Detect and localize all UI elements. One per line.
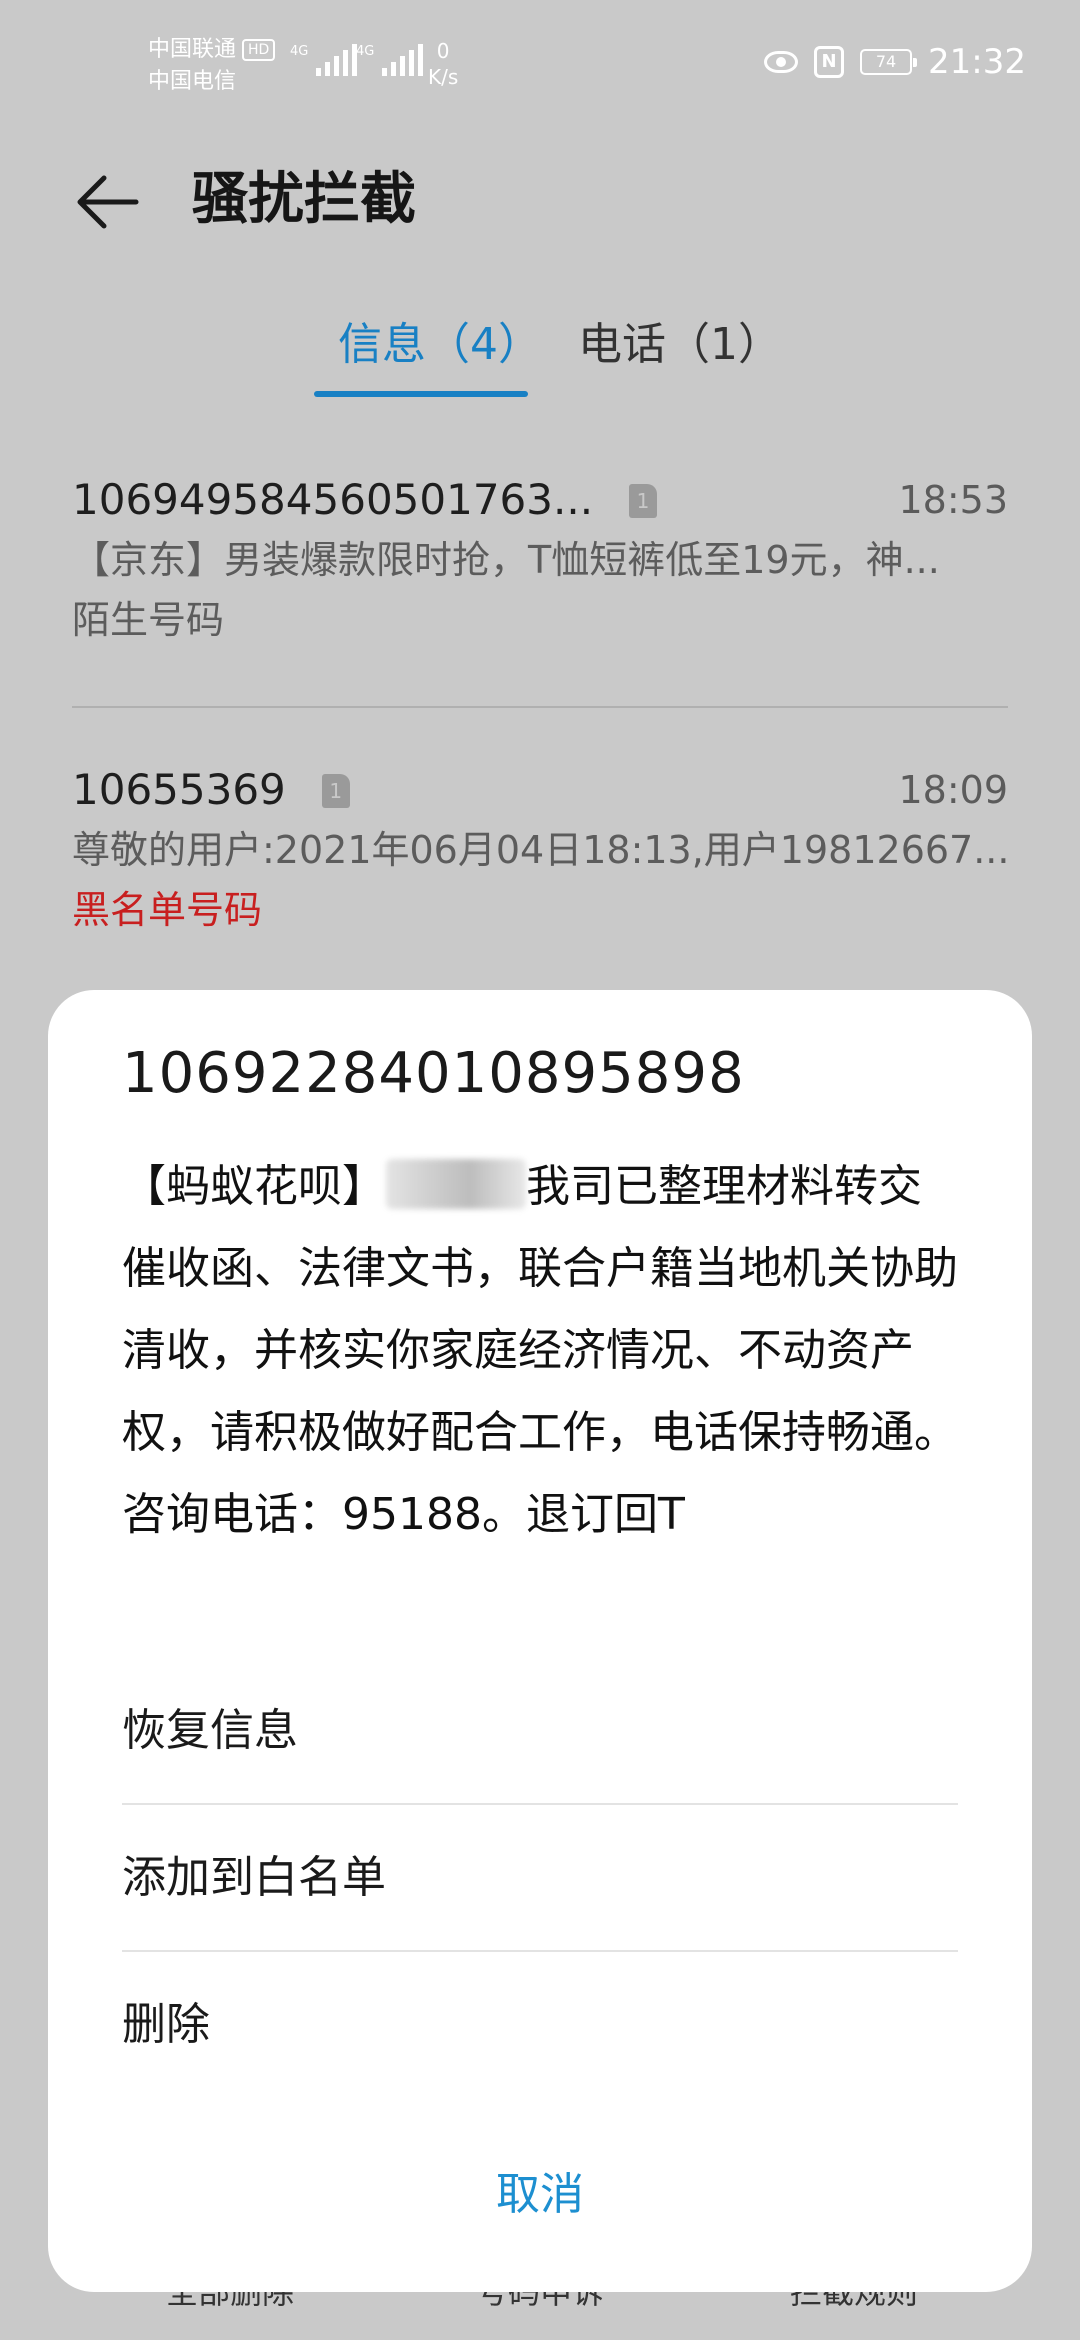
restore-message-button[interactable]: 恢复信息	[122, 1658, 958, 1803]
clock: 21:32	[928, 42, 1026, 82]
sim-card-icon: 1	[321, 774, 350, 808]
carrier-1: 中国联通	[148, 37, 237, 62]
harassment-block-screen: 中国联通HD 中国电信 4G 4G 0 K/s N 74 21:32 骚扰拦截	[0, 0, 1080, 2340]
message-time: 18:53	[898, 478, 1008, 522]
list-item[interactable]: 106949584560501763... 1 18:53 【京东】男装爆款限时抢…	[72, 470, 1008, 650]
eye-comfort-icon	[764, 51, 799, 73]
tab-messages[interactable]: 信息（4）	[338, 315, 542, 375]
hd-badge: HD	[242, 39, 276, 61]
message-sender: 106949584560501763...	[72, 475, 594, 524]
message-sender: 10655369	[72, 765, 286, 814]
message-preview: 尊敬的用户:2021年06月04日18:13,用户19812667...	[72, 828, 1008, 872]
page-title: 骚扰拦截	[192, 167, 416, 232]
back-button[interactable]	[70, 162, 150, 242]
net-speed-value: 0	[436, 39, 450, 63]
net-speed: 0 K/s	[428, 38, 458, 90]
tab-indicator	[314, 391, 528, 397]
status-icons: N 74 21:32	[764, 42, 1026, 82]
list-divider	[72, 706, 1008, 708]
message-tag: 陌生号码	[72, 598, 225, 642]
carrier-info: 中国联通 HD 中国电信	[148, 34, 276, 98]
sheet-message-body: 【蚂蚁花呗】 我司已整理材料转交催收函、法律文书，联合户籍当地机关协助清收，并核实…	[122, 1146, 958, 1556]
redacted-name	[386, 1159, 526, 1209]
message-action-sheet: 10692284010895898 【蚂蚁花呗】 我司已整理材料转交催收函、法律文…	[48, 990, 1032, 2292]
message-preview: 【京东】男装爆款限时抢，T恤短裤低至19元，神...	[72, 538, 940, 582]
cancel-button[interactable]: 取消	[48, 2150, 1032, 2240]
status-bar: 中国联通 HD 中国电信 4G 4G 0 K/s N 74 21:32	[0, 0, 1080, 120]
sim-card-icon: 1	[629, 484, 658, 518]
tab-calls[interactable]: 电话（1）	[578, 315, 782, 375]
battery-icon: 74	[860, 49, 918, 75]
sheet-sender-number: 10692284010895898	[122, 1041, 745, 1106]
delete-button[interactable]: 删除	[122, 1952, 958, 2097]
tab-bar: 信息（4） 电话（1）	[0, 315, 1080, 405]
net-speed-unit: K/s	[428, 65, 459, 89]
signal-2-icon: 4G	[356, 44, 424, 76]
message-tag: 黑名单号码	[72, 888, 263, 932]
title-bar: 骚扰拦截	[0, 150, 1080, 250]
message-body-prefix: 【蚂蚁花呗】	[122, 1161, 386, 1212]
add-to-whitelist-button[interactable]: 添加到白名单	[122, 1805, 958, 1950]
arrow-left-icon	[77, 175, 139, 229]
message-time: 18:09	[898, 768, 1008, 812]
list-item[interactable]: 10655369 1 18:09 尊敬的用户:2021年06月04日18:13,用…	[72, 760, 1008, 940]
nfc-icon: N	[814, 46, 845, 78]
signal-1-icon: 4G	[290, 44, 358, 76]
message-body-text: 我司已整理材料转交催收函、法律文书，联合户籍当地机关协助清收，并核实你家庭经济情…	[122, 1161, 958, 1540]
carrier-2: 中国电信	[148, 69, 237, 94]
